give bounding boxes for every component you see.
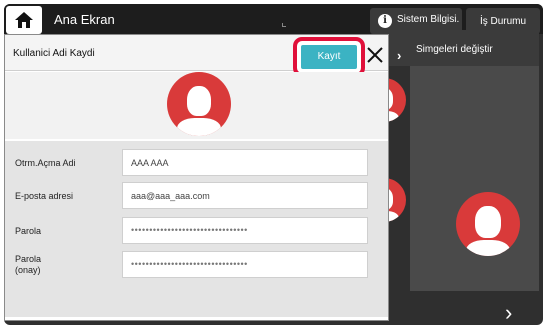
screen: Ana Ekran i Sistem Bilgisi. İş Durumu › … (0, 0, 547, 330)
email-row: E-posta adresi aaa@aaa_aaa.com (5, 179, 388, 212)
email-value: aaa@aaa_aaa.com (131, 191, 210, 201)
password-label: Parola (15, 226, 42, 236)
dialog-header: Kullanici Adi Kaydi Kayıt (5, 35, 388, 77)
password-value: •••••••••••••••••••••••••••••••• (131, 225, 248, 235)
password-confirm-field[interactable]: •••••••••••••••••••••••••••••••• (122, 251, 368, 278)
close-button[interactable] (362, 41, 388, 69)
login-name-label: Otrm.Açma Adi (15, 158, 76, 168)
password-confirm-label: Parola (onay) (15, 254, 42, 275)
login-name-input[interactable]: AAA AAA (122, 149, 368, 176)
save-button[interactable]: Kayıt (301, 45, 357, 69)
dialog-footer (5, 317, 388, 320)
user-registration-dialog: Kullanici Adi Kaydi Kayıt Otrm.Açma Adi … (4, 34, 389, 321)
home-icon (15, 12, 33, 28)
password-field[interactable]: •••••••••••••••••••••••••••••••• (122, 217, 368, 244)
login-name-row: Otrm.Açma Adi AAA AAA (5, 146, 388, 179)
dialog-title: Kullanici Adi Kaydi (13, 48, 95, 59)
password-confirm-value: •••••••••••••••••••••••••••••••• (131, 259, 248, 269)
password-confirm-row: Parola (onay) ••••••••••••••••••••••••••… (5, 248, 388, 281)
close-icon (367, 47, 383, 63)
chevron-right-icon: › (397, 48, 402, 63)
app-title: Ana Ekran (54, 12, 115, 27)
password-row: Parola •••••••••••••••••••••••••••••••• (5, 214, 388, 247)
home-button[interactable] (6, 6, 42, 34)
registration-form: Otrm.Açma Adi AAA AAA E-posta adresi aaa… (5, 141, 388, 317)
login-name-value: AAA AAA (131, 158, 169, 168)
user-avatar-icon[interactable] (167, 72, 231, 136)
email-field[interactable]: aaa@aaa_aaa.com (122, 182, 368, 209)
job-status-label: İş Durumu (479, 16, 527, 27)
save-highlight: Kayıt (293, 37, 365, 77)
info-icon: i (378, 14, 392, 28)
next-page-icon[interactable]: › (505, 300, 512, 326)
system-info-label: Sistem Bilgisi. (397, 14, 460, 25)
email-label: E-posta adresi (15, 191, 74, 201)
dropdown-corner-icon (282, 23, 286, 27)
avatar-icon[interactable] (456, 192, 520, 256)
change-icons-label: Simgeleri değiştir (416, 44, 493, 55)
side-panel (410, 66, 539, 291)
